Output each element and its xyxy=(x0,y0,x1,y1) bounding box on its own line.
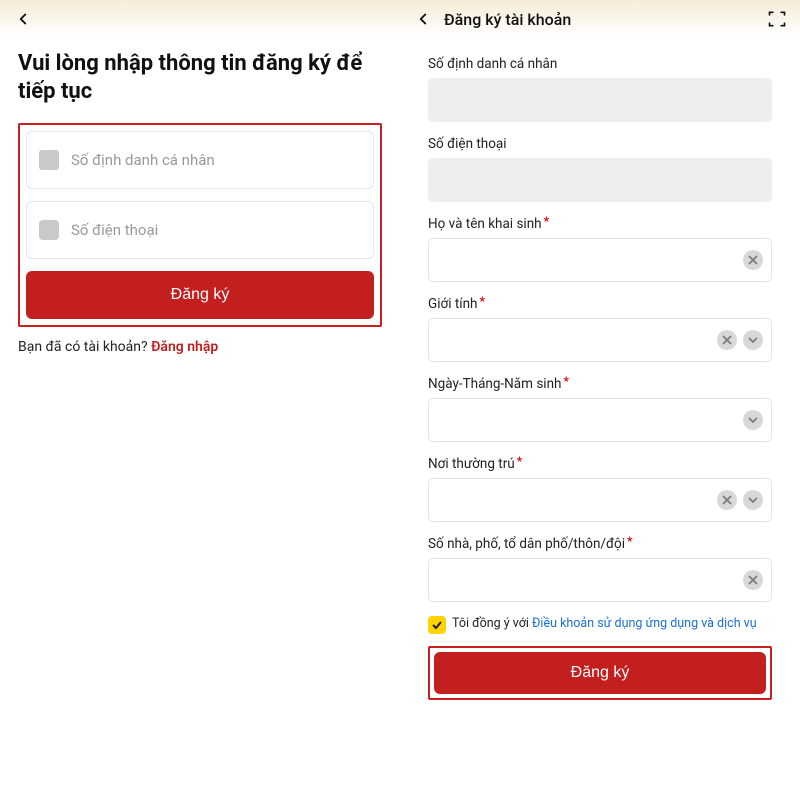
agree-checkbox[interactable] xyxy=(428,616,446,634)
gender-select[interactable] xyxy=(428,318,772,362)
dropdown-button[interactable] xyxy=(743,490,763,510)
login-link[interactable]: Đăng nhập xyxy=(151,339,218,355)
required-star: * xyxy=(544,214,549,228)
id-readonly-field xyxy=(428,78,772,122)
phone-input[interactable]: Số điện thoại xyxy=(26,201,374,259)
registration-step1-screen: Vui lòng nhập thông tin đăng ký để tiếp … xyxy=(0,0,400,800)
register-button-label: Đăng ký xyxy=(171,286,230,304)
label-gender: Giới tính* xyxy=(428,296,772,312)
label-id: Số định danh cá nhân xyxy=(428,56,772,72)
id-card-icon xyxy=(39,150,59,170)
header-bar: Đăng ký tài khoản xyxy=(400,0,800,38)
close-icon xyxy=(748,255,758,265)
header-bar xyxy=(0,0,400,38)
scan-button[interactable] xyxy=(764,6,790,32)
required-star: * xyxy=(517,454,522,468)
register-button[interactable]: Đăng ký xyxy=(26,271,374,319)
back-button[interactable] xyxy=(10,6,36,32)
login-prompt: Bạn đã có tài khoản? Đăng nhập xyxy=(18,339,382,355)
required-star: * xyxy=(563,374,568,388)
phone-readonly-field xyxy=(428,158,772,202)
clear-button[interactable] xyxy=(743,570,763,590)
arrow-left-icon xyxy=(414,10,432,28)
chevron-down-icon xyxy=(748,495,758,505)
label-phone: Số điện thoại xyxy=(428,136,772,152)
address-input[interactable] xyxy=(428,558,772,602)
registration-step2-screen: Đăng ký tài khoản Số định danh cá nhân S… xyxy=(400,0,800,800)
clear-button[interactable] xyxy=(717,330,737,350)
close-icon xyxy=(748,575,758,585)
arrow-left-icon xyxy=(14,10,32,28)
dob-select[interactable] xyxy=(428,398,772,442)
residence-select[interactable] xyxy=(428,478,772,522)
page-title: Vui lòng nhập thông tin đăng ký để tiếp … xyxy=(18,50,382,105)
id-placeholder: Số định danh cá nhân xyxy=(71,151,215,169)
scan-icon xyxy=(767,9,787,29)
chevron-down-icon xyxy=(748,335,758,345)
close-icon xyxy=(722,335,732,345)
header-title: Đăng ký tài khoản xyxy=(444,10,764,29)
dropdown-button[interactable] xyxy=(743,330,763,350)
required-star: * xyxy=(627,534,632,548)
id-number-input[interactable]: Số định danh cá nhân xyxy=(26,131,374,189)
highlight-frame: Số định danh cá nhân Số điện thoại Đăng … xyxy=(18,123,382,327)
phone-icon xyxy=(39,220,59,240)
back-button[interactable] xyxy=(410,6,436,32)
register-button-label: Đăng ký xyxy=(571,664,630,682)
label-residence: Nơi thường trú* xyxy=(428,456,772,472)
fullname-input[interactable] xyxy=(428,238,772,282)
label-dob: Ngày-Tháng-Năm sinh* xyxy=(428,376,772,392)
chevron-down-icon xyxy=(748,415,758,425)
label-fullname: Họ và tên khai sinh* xyxy=(428,216,772,232)
terms-link[interactable]: Điều khoản sử dụng ứng dụng và dịch vụ xyxy=(532,616,757,631)
check-icon xyxy=(431,619,443,631)
highlight-frame: Đăng ký xyxy=(428,646,772,700)
clear-button[interactable] xyxy=(743,250,763,270)
phone-placeholder: Số điện thoại xyxy=(71,221,158,239)
clear-button[interactable] xyxy=(717,490,737,510)
close-icon xyxy=(722,495,732,505)
required-star: * xyxy=(479,294,484,308)
agree-text: Tôi đồng ý với xyxy=(452,616,532,631)
register-button[interactable]: Đăng ký xyxy=(434,652,766,694)
label-address: Số nhà, phố, tổ dân phố/thôn/đội* xyxy=(428,536,772,552)
terms-row: Tôi đồng ý với Điều khoản sử dụng ứng dụ… xyxy=(428,616,772,634)
agree-text-wrap: Tôi đồng ý với Điều khoản sử dụng ứng dụ… xyxy=(452,616,757,632)
have-account-text: Bạn đã có tài khoản? xyxy=(18,339,148,355)
dropdown-button[interactable] xyxy=(743,410,763,430)
